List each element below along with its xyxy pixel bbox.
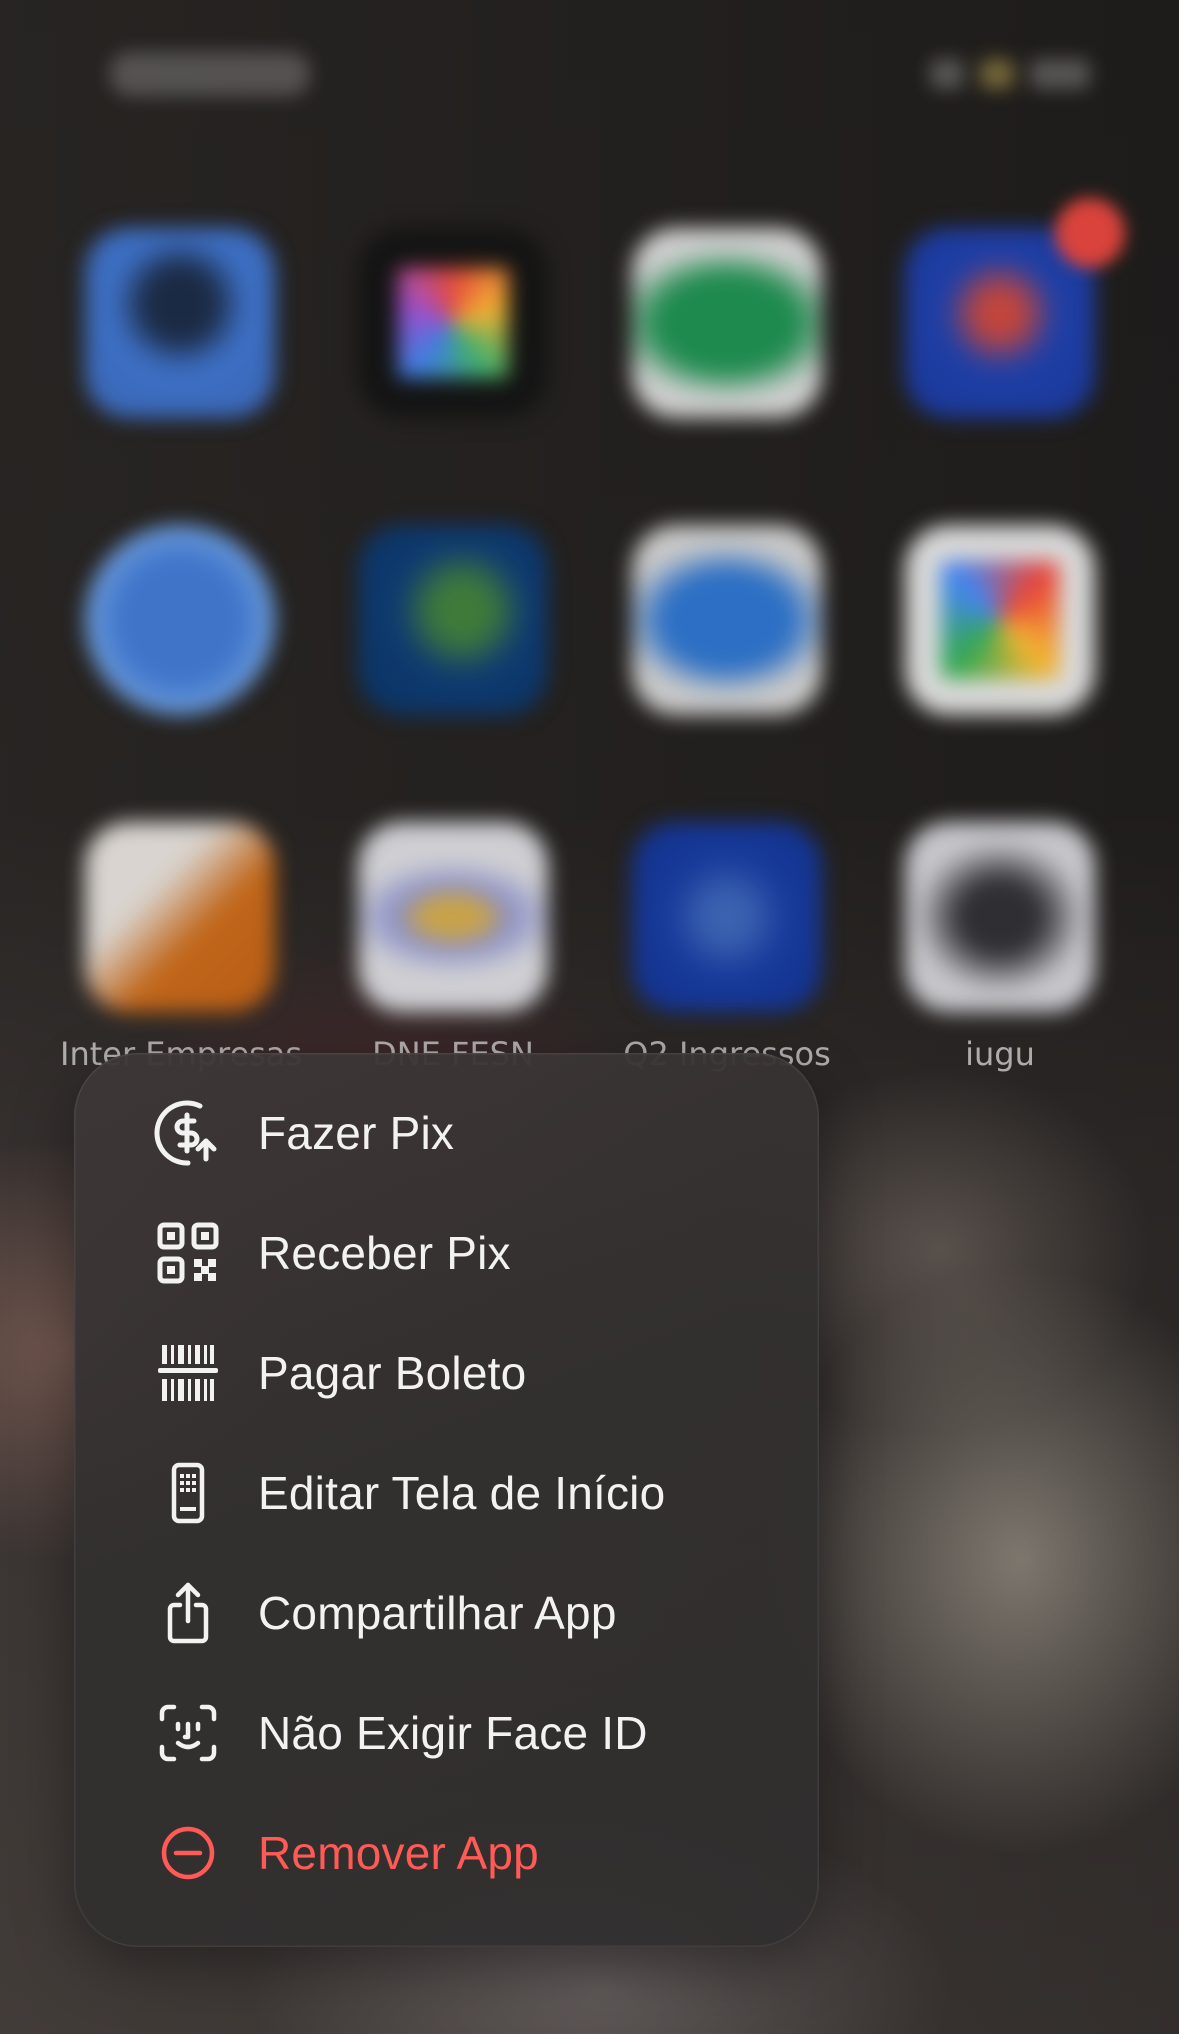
menu-item-receber-pix[interactable]: Receber Pix xyxy=(74,1193,819,1313)
app-inter-empresas: Inter Empresas xyxy=(60,822,302,1074)
pix-send-icon xyxy=(152,1097,224,1169)
app-label-blurred: ​ xyxy=(333,737,573,777)
app-label-blurred: ​ xyxy=(60,737,300,777)
app-icon xyxy=(632,525,822,715)
phone-icon xyxy=(152,1457,224,1529)
app-row2-col1: ​ xyxy=(85,525,275,777)
app-q2-ingressos: Q2 Ingressos xyxy=(623,822,831,1074)
menu-item-editar-tela-de-inicio[interactable]: Editar Tela de Início xyxy=(74,1433,819,1553)
app-icon xyxy=(85,228,275,418)
app-dne-fesn: DNE FESN xyxy=(358,822,548,1074)
app-icon xyxy=(905,525,1095,715)
app-label-blurred: ​ xyxy=(607,737,847,777)
menu-item-label: Receber Pix xyxy=(258,1227,511,1279)
app-label: iugu xyxy=(965,1035,1035,1073)
menu-item-remover-app[interactable]: Remover App xyxy=(74,1793,819,1913)
app-row2-col3: ​ xyxy=(632,525,822,777)
menu-item-label: Remover App xyxy=(258,1827,539,1879)
menu-item-pagar-boleto[interactable]: Pagar Boleto xyxy=(74,1313,819,1433)
cellular-signal-icon xyxy=(930,59,964,89)
app-icon xyxy=(632,822,822,1012)
app-row2-col2: ​ xyxy=(358,525,548,777)
menu-item-nao-exigir-face-id[interactable]: Não Exigir Face ID xyxy=(74,1673,819,1793)
app-icon xyxy=(358,822,548,1012)
app-label-blurred: ​ xyxy=(880,737,1120,777)
wifi-icon xyxy=(980,59,1014,89)
status-bar-time xyxy=(110,52,310,96)
menu-item-label: Editar Tela de Início xyxy=(258,1467,666,1519)
minus-circle-icon xyxy=(152,1817,224,1889)
app-iugu: iugu xyxy=(905,822,1095,1074)
menu-item-label: Não Exigir Face ID xyxy=(258,1707,648,1759)
share-icon xyxy=(152,1577,224,1649)
app-icon xyxy=(905,822,1095,1012)
notification-badge xyxy=(1055,198,1125,268)
app-label-blurred: ​ xyxy=(880,440,1120,480)
status-bar-icons xyxy=(930,54,1090,94)
app-row2-col4: ​ xyxy=(905,525,1095,777)
app-icon xyxy=(358,228,548,418)
menu-item-label: Pagar Boleto xyxy=(258,1347,527,1399)
menu-item-label: Fazer Pix xyxy=(258,1107,455,1159)
menu-item-label: Compartilhar App xyxy=(258,1587,617,1639)
app-icon xyxy=(632,228,822,418)
battery-icon xyxy=(1030,59,1090,89)
app-row1-col3: ​ xyxy=(632,228,822,480)
home-screen: ​ ​ ​ ​ ​ ​ ​ ​ Inter Empresas DNE FESN xyxy=(0,0,1179,2034)
app-label-blurred: ​ xyxy=(60,440,300,480)
menu-item-fazer-pix[interactable]: Fazer Pix xyxy=(74,1073,819,1193)
app-icon xyxy=(358,525,548,715)
barcode-icon xyxy=(152,1337,224,1409)
app-row1-col1: ​ xyxy=(85,228,275,480)
app-icon xyxy=(85,525,275,715)
menu-item-compartilhar-app[interactable]: Compartilhar App xyxy=(74,1553,819,1673)
qr-code-icon xyxy=(152,1217,224,1289)
face-id-icon xyxy=(152,1697,224,1769)
app-row1-col4: ​ xyxy=(905,198,1125,480)
app-context-menu: Fazer Pix Receber Pix Pagar Boleto Edita… xyxy=(74,1053,819,1947)
app-label-blurred: ​ xyxy=(607,440,847,480)
app-row1-col2: ​ xyxy=(358,228,548,480)
app-icon xyxy=(85,822,275,1012)
app-label-blurred: ​ xyxy=(333,440,573,480)
